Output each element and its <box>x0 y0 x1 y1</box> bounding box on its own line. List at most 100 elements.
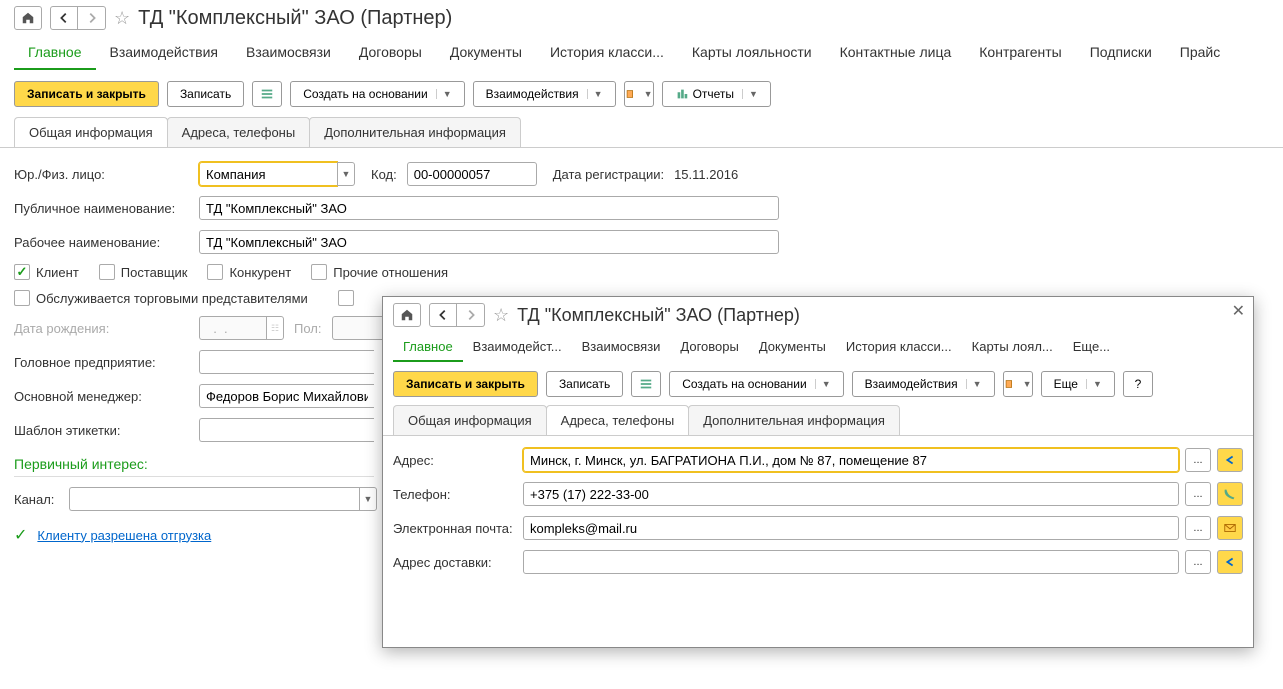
interactions-button[interactable]: Взаимодействия▼ <box>473 81 616 107</box>
serviced-checkbox[interactable] <box>14 290 30 306</box>
head-ent-input[interactable] <box>199 350 374 374</box>
address-input[interactable] <box>523 448 1179 472</box>
modal-tab-relations[interactable]: Взаимосвязи <box>572 333 671 362</box>
phone-action[interactable] <box>1217 482 1243 506</box>
tab-interactions[interactable]: Взаимодействия <box>96 36 233 70</box>
subtab-addresses[interactable]: Адреса, телефоны <box>167 117 311 147</box>
chevron-down-icon: ▼ <box>1086 379 1102 389</box>
address-action[interactable] <box>1217 448 1243 472</box>
delivery-input[interactable] <box>523 550 1179 574</box>
check-icon: ✓ <box>14 525 27 545</box>
modal-more-button[interactable]: Еще▼ <box>1041 371 1115 397</box>
home-icon <box>21 11 35 25</box>
save-close-button[interactable]: Записать и закрыть <box>14 81 159 107</box>
modal-home-button[interactable] <box>393 303 421 327</box>
attach-button[interactable]: ▼ <box>624 81 654 107</box>
modal-tab-main[interactable]: Главное <box>393 333 463 362</box>
entity-type-input[interactable] <box>199 162 337 186</box>
tab-counterparties[interactable]: Контрагенты <box>965 36 1075 70</box>
modal-tab-documents[interactable]: Документы <box>749 333 836 362</box>
save-button[interactable]: Записать <box>167 81 244 107</box>
template-input[interactable] <box>199 418 374 442</box>
subtab-general[interactable]: Общая информация <box>14 117 168 147</box>
email-action[interactable] <box>1217 516 1243 540</box>
main-nav-tabs: Главное Взаимодействия Взаимосвязи Догов… <box>0 36 1283 71</box>
entity-type-dropdown[interactable]: ▼ <box>337 162 355 186</box>
manager-input[interactable] <box>199 384 374 408</box>
modal-tab-loyalty[interactable]: Карты лоял... <box>962 333 1063 362</box>
modal-save-close-button[interactable]: Записать и закрыть <box>393 371 538 397</box>
modal-interactions-button[interactable]: Взаимодействия▼ <box>852 371 995 397</box>
status-link[interactable]: Клиенту разрешена отгрузка <box>37 528 211 543</box>
chevron-down-icon: ▼ <box>966 379 982 389</box>
modal-forward-button[interactable] <box>457 303 485 327</box>
home-button[interactable] <box>14 6 42 30</box>
tab-loyalty[interactable]: Карты лояльности <box>678 36 826 70</box>
tab-subscriptions[interactable]: Подписки <box>1076 36 1166 70</box>
modal-save-button[interactable]: Записать <box>546 371 623 397</box>
client-checkbox[interactable]: ✓ <box>14 264 30 280</box>
chevron-down-icon: ▼ <box>1023 379 1032 389</box>
email-ellipsis[interactable]: ... <box>1185 516 1211 540</box>
modal-tab-interactions[interactable]: Взаимодейст... <box>463 333 572 362</box>
chevron-down-icon: ▼ <box>742 89 758 99</box>
competitor-checkbox[interactable] <box>207 264 223 280</box>
arrow-right-icon <box>85 11 99 25</box>
reg-date-label: Дата регистрации: <box>553 167 664 182</box>
modal-subtab-additional[interactable]: Дополнительная информация <box>688 405 900 435</box>
chevron-down-icon: ▼ <box>587 89 603 99</box>
list-button[interactable] <box>252 81 282 107</box>
modal-page-title: ТД "Комплексный" ЗАО (Партнер) <box>517 305 800 326</box>
email-input[interactable] <box>523 516 1179 540</box>
tab-contracts[interactable]: Договоры <box>345 36 436 70</box>
supplier-checkbox[interactable] <box>99 264 115 280</box>
chevron-down-icon: ▼ <box>644 89 653 99</box>
main-toolbar: Записать и закрыть Записать Создать на о… <box>0 71 1283 117</box>
code-input[interactable] <box>407 162 537 186</box>
modal-tab-more[interactable]: Еще... <box>1063 333 1120 362</box>
modal-attach-button[interactable]: ▼ <box>1003 371 1033 397</box>
arrow-left-icon <box>57 11 71 25</box>
work-name-input[interactable] <box>199 230 779 254</box>
create-based-button[interactable]: Создать на основании▼ <box>290 81 464 107</box>
favorite-icon[interactable]: ☆ <box>114 8 130 29</box>
arrow-back-icon <box>1223 453 1237 467</box>
modal-help-button[interactable]: ? <box>1123 371 1153 397</box>
list-icon <box>639 377 653 391</box>
phone-input[interactable] <box>523 482 1179 506</box>
modal-create-based-button[interactable]: Создать на основании▼ <box>669 371 843 397</box>
modal-favorite-icon[interactable]: ☆ <box>493 305 509 326</box>
modal-list-button[interactable] <box>631 371 661 397</box>
birth-input <box>199 316 266 340</box>
delivery-ellipsis[interactable]: ... <box>1185 550 1211 574</box>
delivery-action[interactable] <box>1217 550 1243 574</box>
modal-tab-contracts[interactable]: Договоры <box>670 333 748 362</box>
tab-documents[interactable]: Документы <box>436 36 536 70</box>
tab-price[interactable]: Прайс <box>1166 36 1234 70</box>
reg-date-value: 15.11.2016 <box>674 167 738 182</box>
close-button[interactable]: ✕ <box>1232 301 1245 321</box>
public-name-input[interactable] <box>199 196 779 220</box>
head-ent-label: Головное предприятие: <box>14 355 189 370</box>
modal-subtab-addresses[interactable]: Адреса, телефоны <box>546 405 690 435</box>
modal-tab-history[interactable]: История класси... <box>836 333 962 362</box>
tab-history[interactable]: История класси... <box>536 36 678 70</box>
channel-dropdown[interactable]: ▼ <box>359 487 377 511</box>
arrow-back-icon <box>1223 555 1237 569</box>
modal-window: ✕ ☆ ТД "Комплексный" ЗАО (Партнер) Главн… <box>382 296 1254 648</box>
back-button[interactable] <box>50 6 78 30</box>
other-checkbox[interactable] <box>311 264 327 280</box>
modal-subtab-general[interactable]: Общая информация <box>393 405 547 435</box>
modal-back-button[interactable] <box>429 303 457 327</box>
channel-input[interactable] <box>69 487 359 511</box>
extra-checkbox[interactable] <box>338 290 354 306</box>
forward-button[interactable] <box>78 6 106 30</box>
tab-main[interactable]: Главное <box>14 36 96 70</box>
address-ellipsis[interactable]: ... <box>1185 448 1211 472</box>
address-label: Адрес: <box>393 453 513 468</box>
tab-relations[interactable]: Взаимосвязи <box>232 36 345 70</box>
subtab-additional[interactable]: Дополнительная информация <box>309 117 521 147</box>
tab-contacts[interactable]: Контактные лица <box>826 36 966 70</box>
reports-button[interactable]: Отчеты▼ <box>662 81 771 107</box>
phone-ellipsis[interactable]: ... <box>1185 482 1211 506</box>
